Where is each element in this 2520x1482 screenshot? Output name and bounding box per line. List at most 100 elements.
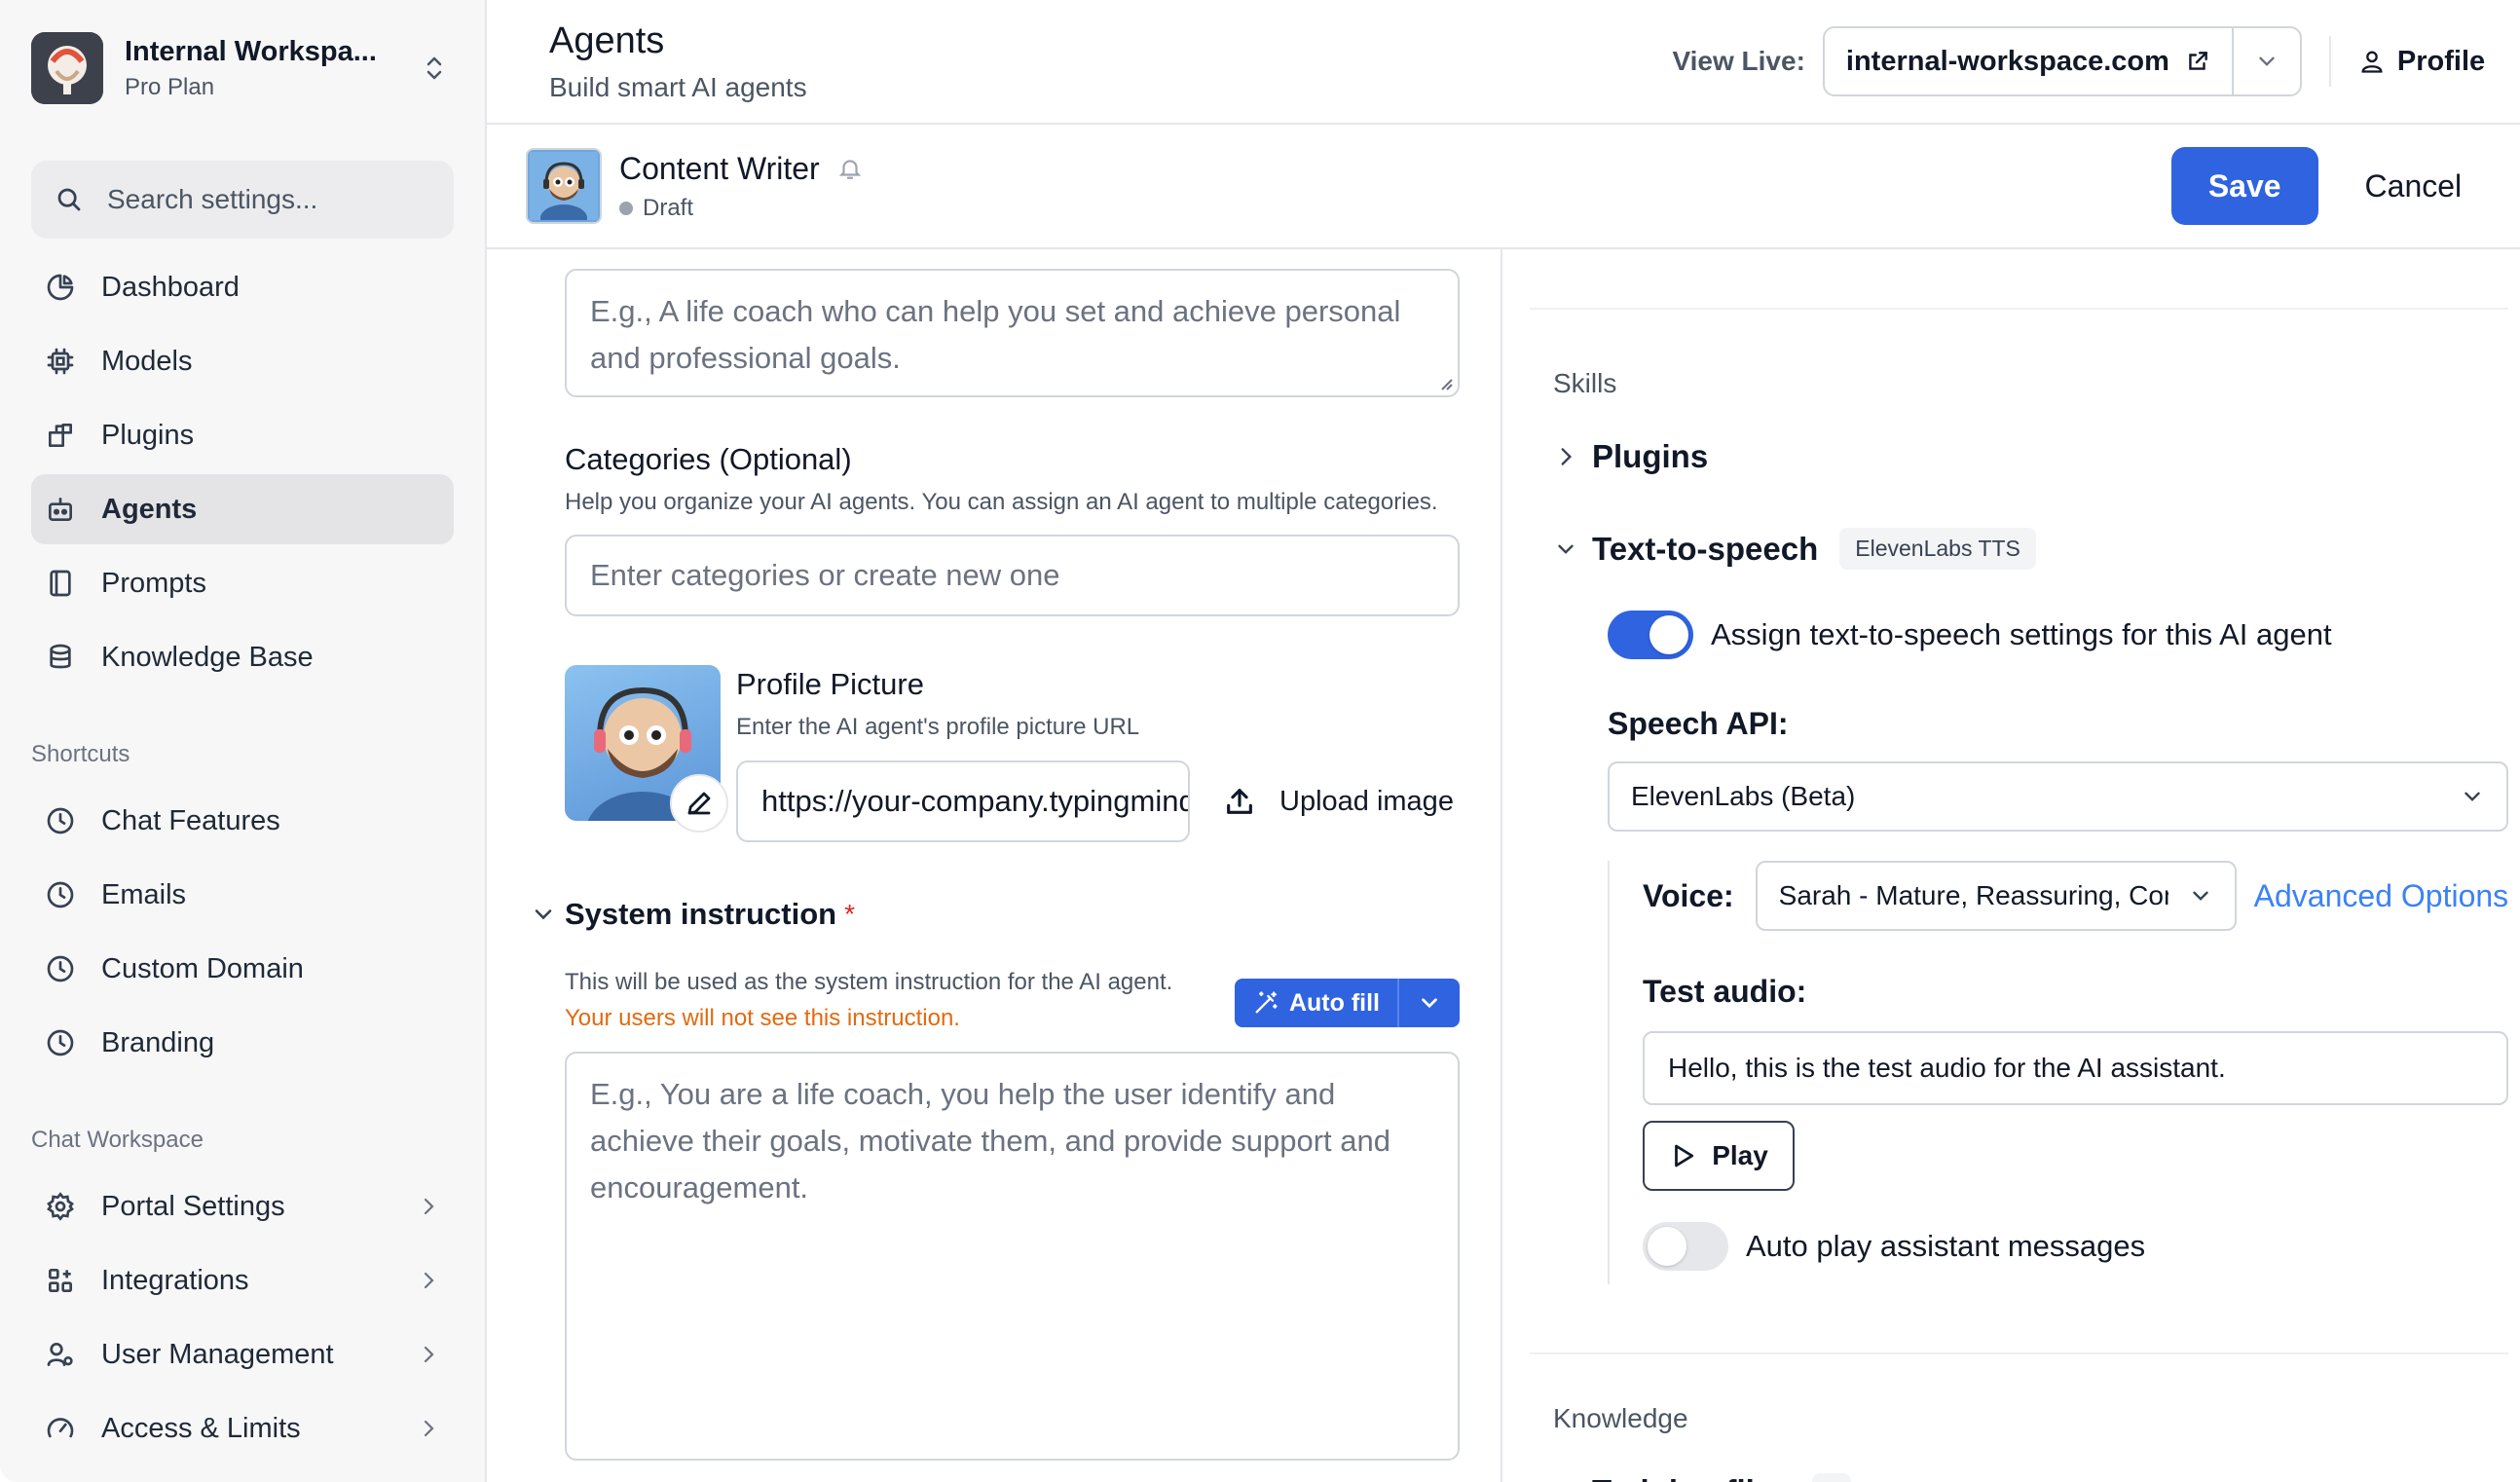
nav-item-user-management[interactable]: User Management [31, 1319, 454, 1389]
nav-item-chat-features[interactable]: Chat Features [31, 786, 454, 856]
autofill-dropdown[interactable] [1399, 979, 1460, 1027]
training-files-count: 1 [1811, 1473, 1851, 1482]
edit-picture-button[interactable] [670, 774, 728, 833]
autoplay-row: Auto play assistant messages [1643, 1222, 2508, 1271]
profile-button[interactable]: Profile [2358, 46, 2485, 78]
test-audio-label: Test audio: [1643, 974, 1807, 1009]
nav-item-plugins[interactable]: Plugins [31, 400, 454, 470]
training-files-toggle[interactable]: Training files 1 [1553, 1473, 2508, 1482]
nav-item-custom-domain[interactable]: Custom Domain [31, 934, 454, 1004]
status-dot [619, 201, 633, 215]
speech-api-label: Speech API: [1608, 706, 1789, 741]
user-icon [2361, 51, 2383, 73]
nav-item-label: Emails [101, 878, 187, 910]
nav-item-portal-settings[interactable]: Portal Settings [31, 1171, 454, 1241]
workspace-name: Internal Workspa... [125, 35, 377, 67]
upload-icon [1227, 789, 1252, 814]
nav-item-branding[interactable]: Branding [31, 1008, 454, 1078]
nav-item-label: Models [101, 345, 193, 377]
nav-item-label: Access & Limits [101, 1412, 301, 1444]
plugins-toggle[interactable]: Plugins [1553, 438, 2508, 475]
search-bar[interactable] [31, 161, 454, 239]
clock-icon [47, 807, 74, 834]
agent-name: Content Writer [619, 150, 820, 186]
divider [2328, 36, 2331, 87]
domain-dropdown[interactable] [2234, 49, 2300, 74]
gauge-icon [47, 1418, 74, 1438]
resize-handle-icon[interactable] [1436, 374, 1454, 391]
profile-picture-field: Profile Picture Enter the AI agent's pro… [565, 665, 1460, 870]
system-instruction-textarea[interactable]: E.g., You are a life coach, you help the… [565, 1052, 1460, 1461]
save-button[interactable]: Save [2170, 147, 2318, 225]
chevron-right-icon [1561, 448, 1573, 465]
chevron-up-down-icon[interactable] [415, 54, 454, 83]
play-icon [1675, 1144, 1694, 1167]
main-panel: Agents Build smart AI agents View Live: … [487, 0, 2520, 1482]
chevron-down-icon [2259, 56, 2275, 66]
agent-bar: Content Writer Draft Save Cancel [487, 125, 2520, 249]
required-marker: * [844, 899, 855, 929]
categories-help: Help you organize your AI agents. You ca… [565, 489, 1438, 515]
tts-toggle[interactable]: Text-to-speech ElevenLabs TTS [1553, 528, 2508, 570]
categories-input[interactable]: Enter categories or create new one [565, 535, 1460, 616]
chevron-down-icon [2192, 891, 2208, 901]
page-title: Agents [549, 19, 665, 61]
description-placeholder: E.g., A life coach who can help you set … [590, 294, 1401, 375]
nav-item-agents[interactable]: Agents [31, 474, 454, 544]
skills-panel: Skills Plugins Text-to-speech ElevenLabs… [1502, 249, 2520, 1482]
nav-item-integrations[interactable]: Integrations [31, 1245, 454, 1315]
training-files-title: Training files [1592, 1473, 1791, 1482]
speech-api-select[interactable]: ElevenLabs (Beta) [1608, 761, 2509, 832]
workspace-logo [31, 32, 103, 104]
clock-icon [47, 881, 74, 908]
pencil-icon [687, 792, 711, 815]
upload-image-button[interactable]: Upload image [1223, 785, 1454, 818]
voice-select[interactable]: Sarah - Mature, Reassuring, Confident [1755, 861, 2237, 931]
nav-item-prompts[interactable]: Prompts [31, 548, 454, 618]
nav-item-label: Portal Settings [101, 1190, 285, 1222]
nav-item-access-limits[interactable]: Access & Limits [31, 1393, 454, 1463]
search-input[interactable] [107, 184, 428, 215]
voice-label: Voice: [1643, 877, 1734, 913]
voice-value: Sarah - Mature, Reassuring, Confident [1778, 880, 2168, 910]
cancel-button[interactable]: Cancel [2318, 147, 2509, 225]
nav-item-label: Knowledge Base [101, 641, 314, 673]
database-icon [50, 644, 71, 669]
sidebar: Internal Workspa... Pro Plan Dashboard M… [0, 0, 487, 1482]
play-button[interactable]: Play [1643, 1121, 1795, 1191]
clock-icon [47, 1029, 74, 1056]
bell-icon[interactable] [837, 155, 863, 182]
nav-item-label: Integrations [101, 1264, 249, 1296]
nav-item-emails[interactable]: Emails [31, 860, 454, 930]
view-live-label: View Live: [1672, 46, 1805, 76]
nav-item-dashboard[interactable]: Dashboard [31, 252, 454, 322]
tts-assign-switch[interactable] [1608, 611, 1693, 659]
search-icon [57, 188, 81, 211]
nav-item-label: Agents [101, 493, 198, 525]
profile-picture-url-input[interactable]: https://your-company.typingmind.com/agen… [736, 760, 1190, 842]
autofill-button[interactable]: Auto fill [1235, 979, 1399, 1027]
domain-link[interactable]: internal-workspace.com [1825, 28, 2234, 94]
advanced-options-link[interactable]: Advanced Options [2254, 878, 2509, 914]
test-audio-value: Hello, this is the test audio for the AI… [1668, 1053, 2226, 1083]
nav-item-knowledge-base[interactable]: Knowledge Base [31, 622, 454, 692]
shortcuts-title: Shortcuts [31, 741, 130, 767]
plugins-title: Plugins [1592, 438, 1709, 474]
workspace-switcher[interactable]: Internal Workspa... Pro Plan [31, 0, 454, 136]
chat-workspace-title: Chat Workspace [31, 1127, 204, 1153]
categories-placeholder: Enter categories or create new one [590, 558, 1060, 592]
play-label: Play [1712, 1140, 1768, 1170]
description-textarea[interactable]: E.g., A life coach who can help you set … [565, 269, 1460, 397]
system-instruction-header[interactable]: System instruction * [530, 897, 1460, 932]
gear-icon [47, 1192, 74, 1221]
test-audio-input[interactable]: Hello, this is the test audio for the AI… [1643, 1031, 2509, 1105]
autoplay-switch[interactable] [1643, 1222, 1728, 1271]
system-instruction-title: System instruction [565, 897, 837, 931]
integrations-icon [48, 1269, 72, 1292]
nav-item-label: User Management [101, 1338, 334, 1370]
nav-item-label: Plugins [101, 419, 195, 451]
nav-item-models[interactable]: Models [31, 326, 454, 396]
nav-item-label: Prompts [101, 567, 206, 599]
chevron-down-icon [2464, 792, 2480, 801]
divider [1530, 308, 2509, 310]
